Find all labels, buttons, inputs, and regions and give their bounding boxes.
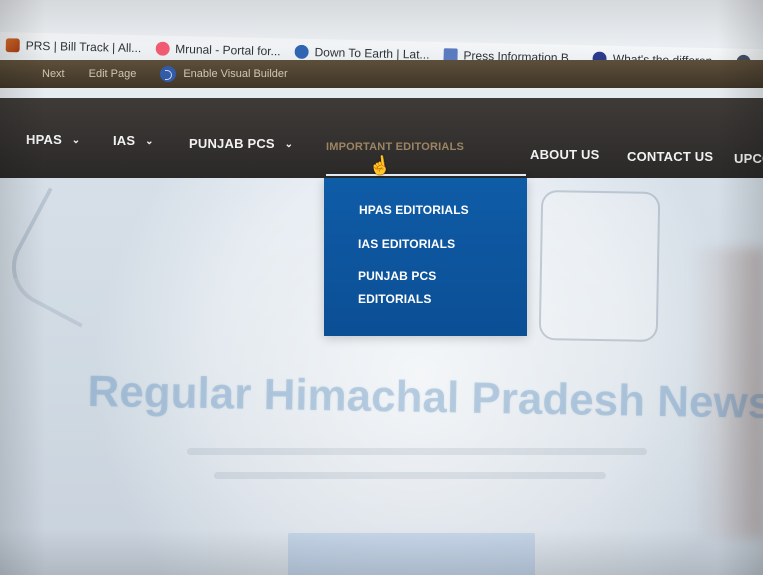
nav-item-important-editorials-label: IMPORTANT EDITORIALS	[326, 141, 465, 153]
nav-item-punjab-pcs-label: PUNJAB PCS	[189, 136, 275, 151]
nav-item-about-us[interactable]: ABOUT US	[530, 147, 600, 162]
bookmark-mrunal[interactable]: Mrunal - Portal for...	[155, 41, 281, 59]
hero-blurred-copy-line	[187, 448, 647, 455]
chevron-down-icon: ⌄	[71, 135, 81, 146]
mrunal-icon	[155, 41, 170, 56]
nav-item-about-us-label: ABOUT US	[530, 147, 600, 162]
dropdown-item-punjab-pcs[interactable]: PUNJAB PCS	[358, 269, 436, 283]
nav-item-ias-label: IAS	[113, 133, 136, 148]
dropdown-item-editorials[interactable]: EDITORIALS	[358, 292, 431, 306]
nav-item-contact-us[interactable]: CONTACT US	[627, 149, 713, 164]
chevron-down-icon: ⌄	[284, 139, 294, 150]
admin-edit-page-link[interactable]: Edit Page	[89, 68, 137, 80]
admin-next-link[interactable]: Next	[42, 68, 65, 80]
hero-title: Regular Himachal Pradesh News	[87, 366, 763, 428]
admin-enable-visual-builder-link[interactable]: Enable Visual Builder	[160, 66, 288, 82]
bookmark-mrunal-label: Mrunal - Portal for...	[175, 41, 281, 59]
hero-background-shape	[0, 187, 133, 328]
dropdown-item-ias-editorials[interactable]: IAS EDITORIALS	[358, 237, 455, 251]
dropdown-item-hpas-editorials[interactable]: HPAS EDITORIALS	[359, 203, 469, 217]
chevron-down-icon: ⌄	[145, 136, 154, 147]
nav-item-punjab-pcs[interactable]: PUNJAB PCS ⌄	[189, 136, 293, 151]
nav-item-hpas[interactable]: HPAS ⌄	[26, 132, 80, 147]
hero-blurred-copy-line	[214, 472, 606, 479]
phone-illustration-icon	[538, 189, 661, 343]
divi-icon	[160, 66, 177, 82]
nav-item-contact-us-label: CONTACT US	[627, 149, 714, 164]
screen-photo: PRS | Bill Track | All... Mrunal - Porta…	[0, 0, 763, 575]
nav-item-important-editorials[interactable]: IMPORTANT EDITORIALS	[326, 141, 464, 153]
dropdown-active-underline	[326, 174, 526, 176]
nav-item-ias[interactable]: IAS ⌄	[113, 133, 154, 148]
bookmark-prs-label: PRS | Bill Track | All...	[25, 38, 142, 56]
nav-item-hpas-label: HPAS	[26, 132, 62, 147]
admin-enable-visual-builder-label: Enable Visual Builder	[183, 68, 288, 80]
down-to-earth-icon	[294, 44, 309, 60]
hero-cta-button[interactable]	[288, 533, 535, 575]
admin-bar: Next Edit Page Enable Visual Builder	[0, 60, 763, 88]
nav-item-upcoming-label: UPCO	[734, 151, 763, 166]
important-editorials-dropdown: HPAS EDITORIALS IAS EDITORIALS PUNJAB PC…	[324, 178, 527, 336]
bookmark-prs[interactable]: PRS | Bill Track | All...	[5, 38, 142, 56]
nav-item-upcoming[interactable]: UPCO	[734, 151, 763, 166]
prs-icon	[5, 38, 20, 53]
hand-cursor-icon: ☝	[367, 154, 393, 178]
